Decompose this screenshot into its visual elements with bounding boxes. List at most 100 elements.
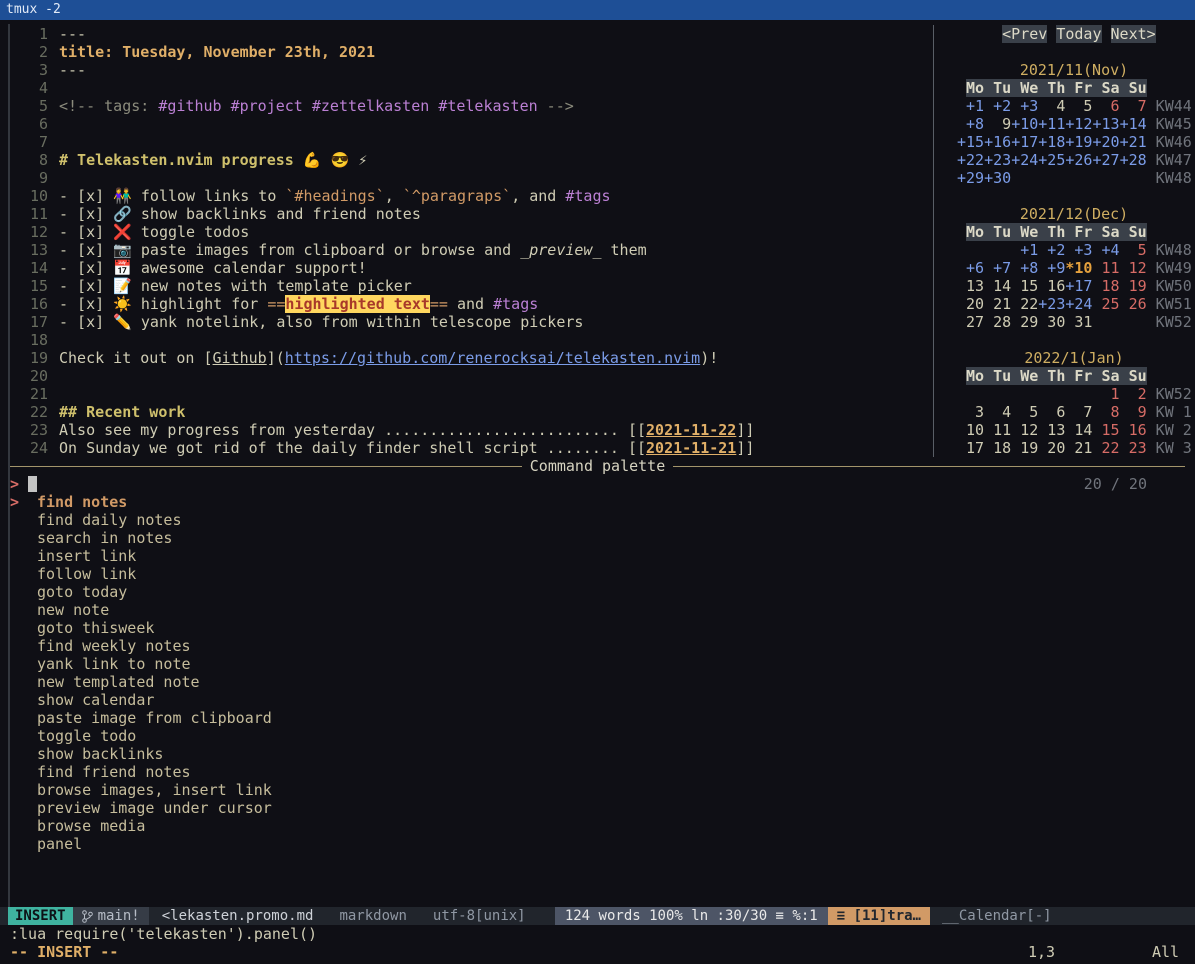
calendar-day[interactable]: 4 (1038, 97, 1065, 115)
calendar-day[interactable]: 12 (1120, 259, 1147, 277)
editor-pane[interactable]: 1---2title: Tuesday, November 23th, 2021… (10, 25, 930, 457)
calendar-day[interactable]: +1 (1011, 241, 1038, 259)
palette-item[interactable]: find friend notes (10, 763, 1185, 781)
calendar-day[interactable]: 19 (1011, 439, 1038, 457)
calendar-day[interactable]: 16 (1120, 421, 1147, 439)
calendar-day[interactable]: +23 (984, 151, 1011, 169)
calendar-day[interactable]: 28 (984, 313, 1011, 331)
calendar-day[interactable]: 7 (1120, 97, 1147, 115)
palette-item[interactable]: panel (10, 835, 1185, 853)
palette-item[interactable]: > find notes (10, 493, 1185, 511)
calendar-day[interactable]: +27 (1092, 151, 1119, 169)
calendar-day[interactable]: 15 (1092, 421, 1119, 439)
calendar-day[interactable]: +2 (1038, 241, 1065, 259)
calendar-day[interactable]: 15 (1011, 277, 1038, 295)
calendar-day[interactable]: +23 (1038, 295, 1065, 313)
calendar-day[interactable]: +1 (957, 97, 984, 115)
calendar-day[interactable]: +14 (1120, 115, 1147, 133)
palette-item[interactable]: preview image under cursor (10, 799, 1185, 817)
calendar-day[interactable]: 29 (1011, 313, 1038, 331)
calendar-day[interactable]: +17 (1065, 277, 1092, 295)
editor-link[interactable]: 2021-11-22 (646, 421, 736, 439)
palette-item[interactable]: toggle todo (10, 727, 1185, 745)
calendar-day[interactable]: *10 (1065, 259, 1092, 277)
calendar-day[interactable]: +25 (1038, 151, 1065, 169)
calendar-day[interactable]: +11 (1038, 115, 1065, 133)
calendar-day[interactable]: 13 (1038, 421, 1065, 439)
calendar-day[interactable]: 5 (1011, 403, 1038, 421)
calendar-day[interactable]: +4 (1092, 241, 1119, 259)
calendar-day[interactable]: 31 (1065, 313, 1092, 331)
calendar-day[interactable]: +15 (957, 133, 984, 151)
palette-item[interactable]: browse images, insert link (10, 781, 1185, 799)
calendar-day[interactable]: +29 (957, 169, 984, 187)
calendar-day[interactable]: +13 (1092, 115, 1119, 133)
palette-item[interactable]: find daily notes (10, 511, 1185, 529)
calendar-day[interactable]: 11 (984, 421, 1011, 439)
palette-item[interactable]: follow link (10, 565, 1185, 583)
editor-link[interactable]: https://github.com/renerocksai/telekaste… (285, 349, 700, 367)
calendar-day[interactable]: +19 (1065, 133, 1092, 151)
calendar-day[interactable]: 12 (1011, 421, 1038, 439)
calendar-day[interactable]: 26 (1120, 295, 1147, 313)
calendar-next-button[interactable]: Next> (1111, 25, 1156, 43)
editor-link[interactable]: 2021-11-21 (646, 439, 736, 457)
calendar-day[interactable]: 21 (1065, 439, 1092, 457)
calendar-day[interactable]: 18 (1092, 277, 1119, 295)
calendar-day[interactable]: +30 (984, 169, 1011, 187)
calendar-day[interactable]: 10 (957, 421, 984, 439)
calendar-day[interactable]: 7 (1065, 403, 1092, 421)
calendar-day[interactable]: 23 (1120, 439, 1147, 457)
calendar-day[interactable]: 20 (1038, 439, 1065, 457)
calendar-day[interactable]: +10 (1011, 115, 1038, 133)
calendar-day[interactable]: +9 (1038, 259, 1065, 277)
calendar-day[interactable]: +28 (1120, 151, 1147, 169)
calendar-day[interactable]: 13 (957, 277, 984, 295)
palette-item[interactable]: new note (10, 601, 1185, 619)
calendar-day[interactable]: 19 (1120, 277, 1147, 295)
palette-item[interactable]: show calendar (10, 691, 1185, 709)
calendar-day[interactable]: +24 (1011, 151, 1038, 169)
calendar-day[interactable]: 22 (1092, 439, 1119, 457)
calendar-day[interactable]: 8 (1092, 403, 1119, 421)
palette-item[interactable]: new templated note (10, 673, 1185, 691)
calendar-day[interactable]: +16 (984, 133, 1011, 151)
palette-item[interactable]: goto thisweek (10, 619, 1185, 637)
calendar-day[interactable]: 1 (1092, 385, 1119, 403)
calendar-day[interactable]: +12 (1065, 115, 1092, 133)
calendar-day[interactable]: +26 (1065, 151, 1092, 169)
calendar-day[interactable]: 14 (1065, 421, 1092, 439)
palette-item[interactable]: search in notes (10, 529, 1185, 547)
calendar-day[interactable]: 21 (984, 295, 1011, 313)
calendar-day[interactable]: +20 (1092, 133, 1119, 151)
calendar-day[interactable]: 3 (957, 403, 984, 421)
calendar-day[interactable]: +7 (984, 259, 1011, 277)
calendar-day[interactable]: +21 (1120, 133, 1147, 151)
palette-item[interactable]: goto today (10, 583, 1185, 601)
calendar-day[interactable]: 25 (1092, 295, 1119, 313)
calendar-day[interactable]: +8 (1011, 259, 1038, 277)
calendar-day[interactable]: 18 (984, 439, 1011, 457)
calendar-day[interactable]: +6 (957, 259, 984, 277)
calendar-day[interactable]: +3 (1011, 97, 1038, 115)
calendar-day[interactable]: 27 (957, 313, 984, 331)
calendar-today-button[interactable]: Today (1056, 25, 1101, 43)
calendar-day[interactable]: +3 (1065, 241, 1092, 259)
palette-item[interactable]: yank link to note (10, 655, 1185, 673)
palette-item[interactable]: browse media (10, 817, 1185, 835)
calendar-day[interactable]: 5 (1065, 97, 1092, 115)
calendar-day[interactable]: 30 (1038, 313, 1065, 331)
calendar-day[interactable]: 6 (1038, 403, 1065, 421)
calendar-day[interactable]: 6 (1092, 97, 1119, 115)
palette-prompt-input[interactable]: > 20 / 20 (10, 475, 1185, 493)
calendar-prev-button[interactable]: <Prev (1002, 25, 1047, 43)
calendar-day[interactable]: +22 (957, 151, 984, 169)
calendar-day[interactable]: +24 (1065, 295, 1092, 313)
calendar-day[interactable]: 11 (1092, 259, 1119, 277)
palette-item[interactable]: show backlinks (10, 745, 1185, 763)
calendar-day[interactable]: +17 (1011, 133, 1038, 151)
calendar-day[interactable]: 17 (957, 439, 984, 457)
calendar-day[interactable]: 9 (1120, 403, 1147, 421)
calendar-day[interactable]: 9 (984, 115, 1011, 133)
palette-item[interactable]: insert link (10, 547, 1185, 565)
